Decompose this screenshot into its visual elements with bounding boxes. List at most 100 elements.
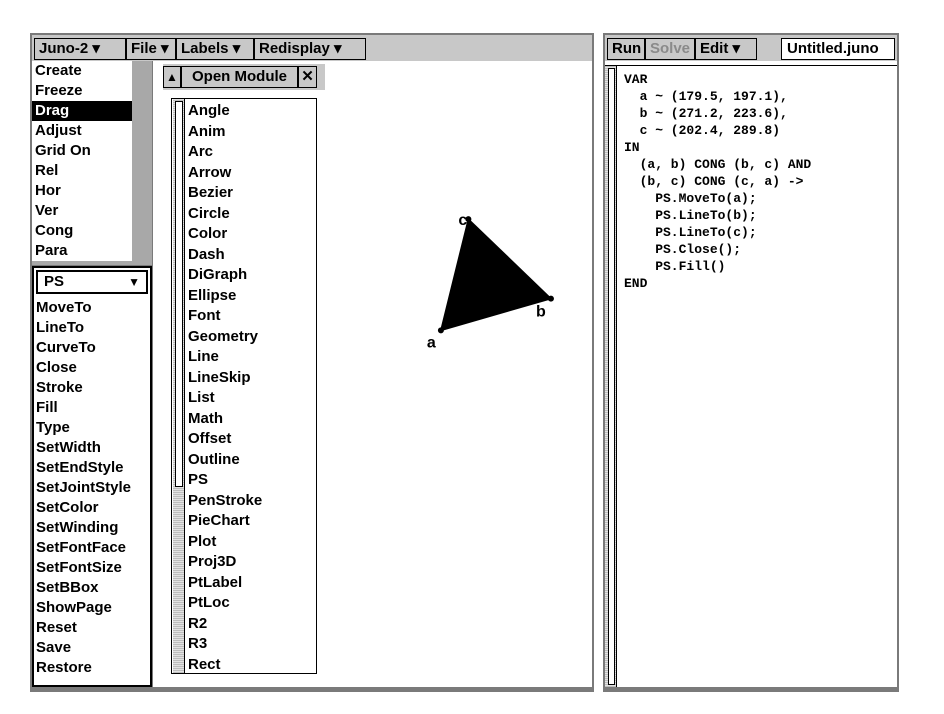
run-button[interactable]: Run xyxy=(607,38,645,60)
open-module-titlebar: ▲ Open Module ✕ xyxy=(163,64,325,90)
labels-menu-label: Labels xyxy=(181,40,229,57)
close-button[interactable]: ✕ xyxy=(298,66,317,88)
proc-lineto[interactable]: LineTo xyxy=(36,318,84,338)
tool-freeze[interactable]: Freeze xyxy=(32,81,132,101)
tool-ver[interactable]: Ver xyxy=(32,201,132,221)
point-b[interactable] xyxy=(547,295,554,302)
code-line: (b, c) CONG (c, a) -> xyxy=(624,174,804,189)
code-line: a ~ (179.5, 197.1), xyxy=(624,89,788,104)
proc-restore[interactable]: Restore xyxy=(36,658,92,678)
redisplay-menu[interactable]: Redisplay ▾ xyxy=(254,38,366,60)
tool-adjust[interactable]: Adjust xyxy=(32,121,132,141)
redisplay-menu-label: Redisplay xyxy=(259,40,330,57)
code-line: PS.LineTo(c); xyxy=(624,225,757,240)
tool-create[interactable]: Create xyxy=(32,61,132,81)
module-selector-label: PS xyxy=(44,273,65,290)
filename-field[interactable]: Untitled.juno xyxy=(781,38,895,60)
tool-para[interactable]: Para xyxy=(32,241,132,261)
code-line: (a, b) CONG (b, c) AND xyxy=(624,157,812,172)
module-digraph[interactable]: DiGraph xyxy=(188,265,247,285)
close-icon: ✕ xyxy=(301,68,314,85)
solve-button[interactable]: Solve xyxy=(645,38,695,60)
proc-fill[interactable]: Fill xyxy=(36,398,58,418)
code-line: c ~ (202.4, 289.8) xyxy=(624,123,781,138)
code-editor[interactable]: VAR a ~ (179.5, 197.1), b ~ (271.2, 223.… xyxy=(617,66,897,687)
filled-triangle[interactable] xyxy=(439,217,553,332)
module-bezier[interactable]: Bezier xyxy=(188,183,233,203)
editor-scrollbar-thumb[interactable] xyxy=(608,68,615,685)
proc-setfontface[interactable]: SetFontFace xyxy=(36,538,126,558)
module-list: Angle Anim Arc Arrow Bezier Circle Color… xyxy=(171,98,317,674)
proc-setjointstyle[interactable]: SetJointStyle xyxy=(36,478,131,498)
proc-stroke[interactable]: Stroke xyxy=(36,378,83,398)
module-plot[interactable]: Plot xyxy=(188,532,216,552)
code-line: PS.Fill() xyxy=(624,259,726,274)
open-module-title: Open Module xyxy=(181,66,298,88)
ps-procedures-panel: PS ▼ MoveTo LineTo CurveTo Close Stroke … xyxy=(32,266,152,687)
module-r2[interactable]: R2 xyxy=(188,614,207,634)
proc-curveto[interactable]: CurveTo xyxy=(36,338,96,358)
code-line: b ~ (271.2, 223.6), xyxy=(624,106,788,121)
proc-setwidth[interactable]: SetWidth xyxy=(36,438,101,458)
proc-setcolor[interactable]: SetColor xyxy=(36,498,99,518)
module-angle[interactable]: Angle xyxy=(188,101,230,121)
drawing-canvas[interactable]: a b c ▲ Open Module ✕ Angle Anim Arc Arr… xyxy=(153,61,592,687)
tool-cong[interactable]: Cong xyxy=(32,221,132,241)
tool-grid-on[interactable]: Grid On xyxy=(32,141,132,161)
triangle-up-icon: ▲ xyxy=(166,70,178,84)
file-menu-label: File xyxy=(131,40,157,57)
proc-save[interactable]: Save xyxy=(36,638,71,658)
proc-setbbox[interactable]: SetBBox xyxy=(36,578,99,598)
module-color[interactable]: Color xyxy=(188,224,227,244)
labels-menu[interactable]: Labels ▾ xyxy=(176,38,254,60)
proc-reset[interactable]: Reset xyxy=(36,618,77,638)
proc-moveto[interactable]: MoveTo xyxy=(36,298,92,318)
module-proj3d[interactable]: Proj3D xyxy=(188,552,236,572)
code-line: IN xyxy=(624,140,640,155)
proc-setendstyle[interactable]: SetEndStyle xyxy=(36,458,124,478)
module-dash[interactable]: Dash xyxy=(188,245,225,265)
module-outline[interactable]: Outline xyxy=(188,450,240,470)
module-ptlabel[interactable]: PtLabel xyxy=(188,573,242,593)
proc-setwinding[interactable]: SetWinding xyxy=(36,518,118,538)
module-arc[interactable]: Arc xyxy=(188,142,213,162)
editor-toolbar: Run Solve Edit ▾ Untitled.juno xyxy=(605,35,897,61)
module-line[interactable]: Line xyxy=(188,347,219,367)
module-math[interactable]: Math xyxy=(188,409,223,429)
proc-close[interactable]: Close xyxy=(36,358,77,378)
file-menu[interactable]: File ▾ xyxy=(126,38,176,60)
triangle-down-icon: ▼ xyxy=(128,275,140,289)
module-geometry[interactable]: Geometry xyxy=(188,327,258,347)
proc-type[interactable]: Type xyxy=(36,418,70,438)
scrollbar-thumb[interactable] xyxy=(175,101,183,487)
module-offset[interactable]: Offset xyxy=(188,429,231,449)
module-selector[interactable]: PS ▼ xyxy=(36,270,148,294)
module-anim[interactable]: Anim xyxy=(188,122,226,142)
chevron-down-icon: ▾ xyxy=(232,40,241,57)
module-piechart[interactable]: PieChart xyxy=(188,511,250,531)
point-label-b: b xyxy=(536,304,546,321)
module-arrow[interactable]: Arrow xyxy=(188,163,231,183)
proc-setfontsize[interactable]: SetFontSize xyxy=(36,558,122,578)
point-a[interactable] xyxy=(437,327,444,334)
proc-showpage[interactable]: ShowPage xyxy=(36,598,112,618)
tool-drag[interactable]: Drag xyxy=(32,101,132,121)
scroll-up-button[interactable]: ▲ xyxy=(163,66,181,88)
tool-hor[interactable]: Hor xyxy=(32,181,132,201)
module-list-item[interactable]: List xyxy=(188,388,215,408)
module-ps[interactable]: PS xyxy=(188,470,208,490)
module-penstroke[interactable]: PenStroke xyxy=(188,491,262,511)
module-circle[interactable]: Circle xyxy=(188,204,230,224)
point-label-c: c xyxy=(458,212,467,229)
module-ellipse[interactable]: Ellipse xyxy=(188,286,236,306)
module-ptloc[interactable]: PtLoc xyxy=(188,593,230,613)
module-rect[interactable]: Rect xyxy=(188,655,221,674)
module-lineskip[interactable]: LineSkip xyxy=(188,368,251,388)
module-font[interactable]: Font xyxy=(188,306,220,326)
open-module-window: ▲ Open Module ✕ Angle Anim Arc Arrow Bez… xyxy=(163,64,325,674)
module-r3[interactable]: R3 xyxy=(188,634,207,654)
juno-menu[interactable]: Juno-2 ▾ xyxy=(34,38,126,60)
juno-menu-label: Juno-2 xyxy=(39,40,89,57)
edit-menu[interactable]: Edit ▾ xyxy=(695,38,757,60)
tool-rel[interactable]: Rel xyxy=(32,161,132,181)
